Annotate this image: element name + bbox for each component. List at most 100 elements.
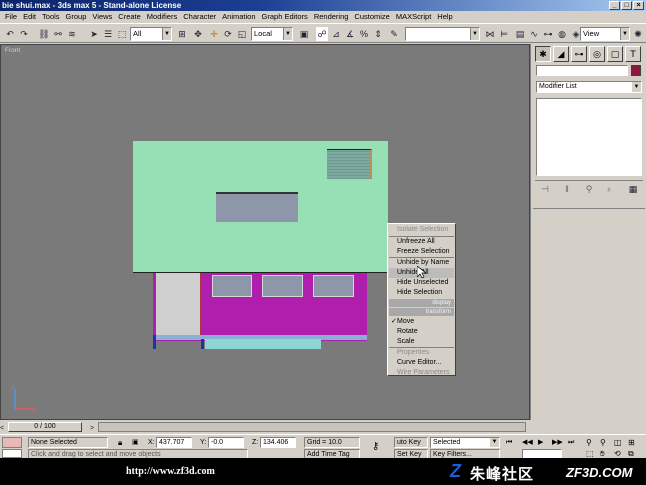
menu-item-unfreeze-all[interactable]: Unfreeze All xyxy=(389,237,454,247)
house-corner-post[interactable] xyxy=(153,335,156,349)
menu-graph-editors[interactable]: Graph Editors xyxy=(259,11,311,23)
zoom-extents-icon[interactable]: ◫ xyxy=(614,437,622,448)
auto-key-button[interactable]: uto Key xyxy=(394,437,428,448)
move-gizmo-icon[interactable]: ✛ xyxy=(208,27,220,41)
render-type-dropdown[interactable]: View ▼ xyxy=(580,27,630,41)
lock-icon[interactable]: 🔒︎ xyxy=(118,437,122,448)
angle-snap-icon[interactable]: ∡ xyxy=(344,27,356,41)
play-icon[interactable]: ▶ xyxy=(538,437,543,448)
select-icon[interactable]: ➤ xyxy=(88,27,100,41)
upper-vent-window[interactable] xyxy=(327,149,372,179)
redo-icon[interactable]: ↷ xyxy=(18,27,30,41)
region-select-icon[interactable]: ⬚ xyxy=(116,27,128,41)
menu-help[interactable]: Help xyxy=(434,11,455,23)
upper-window[interactable] xyxy=(216,192,298,222)
undo-icon[interactable]: ↶ xyxy=(4,27,16,41)
key-icon[interactable]: ⚷ xyxy=(372,441,379,452)
menu-item-move[interactable]: ✓ Move xyxy=(389,317,454,327)
select-rotate-icon[interactable]: ⟳ xyxy=(222,27,234,41)
x-coordinate-field[interactable]: 437.707 xyxy=(156,437,192,448)
named-selection-set-dropdown[interactable]: ▼ xyxy=(405,27,480,41)
window-crossing-icon[interactable]: ⊞ xyxy=(176,27,188,41)
mirror-icon[interactable]: ⋈ xyxy=(484,27,496,41)
object-color-swatch[interactable] xyxy=(631,65,641,76)
link-icon[interactable]: ⛓ xyxy=(38,27,50,41)
goto-end-icon[interactable]: ⏭ xyxy=(568,437,574,448)
zoom-extents-all-icon[interactable]: ⊞ xyxy=(628,437,635,448)
menu-item-scale[interactable]: Scale xyxy=(389,337,454,347)
utilities-tab-icon[interactable]: T xyxy=(625,46,641,62)
quick-render-icon[interactable]: ✺ xyxy=(632,27,644,41)
zoom-all-icon[interactable]: ⚲ xyxy=(600,437,606,448)
select-scale-icon[interactable]: ◱ xyxy=(236,27,248,41)
maxscript-input-mini[interactable] xyxy=(2,449,22,458)
create-tab-icon[interactable]: ✱ xyxy=(535,46,551,62)
track-bar[interactable] xyxy=(98,422,526,432)
menu-item-freeze-selection[interactable]: Freeze Selection xyxy=(389,247,454,257)
select-move-icon[interactable]: ✥ xyxy=(192,27,204,41)
menu-create[interactable]: Create xyxy=(115,11,144,23)
maximize-button[interactable]: □ xyxy=(621,1,632,10)
menu-character[interactable]: Character xyxy=(180,11,219,23)
material-editor-icon[interactable]: ◍ xyxy=(556,27,568,41)
house-door-panel[interactable] xyxy=(156,273,202,335)
modify-tab-icon[interactable]: ◢ xyxy=(553,46,569,62)
menu-animation[interactable]: Animation xyxy=(219,11,258,23)
reference-coordinate-dropdown[interactable]: Local ▼ xyxy=(251,27,293,41)
menu-rendering[interactable]: Rendering xyxy=(311,11,352,23)
key-mode-dropdown[interactable]: Selected ▼ xyxy=(430,437,500,448)
layer-manager-icon[interactable]: ▤ xyxy=(514,27,526,41)
close-button[interactable]: × xyxy=(633,1,644,10)
hierarchy-tab-icon[interactable]: ⊶ xyxy=(571,46,587,62)
time-slider[interactable]: 0 / 100 xyxy=(8,422,82,432)
menu-maxscript[interactable]: MAXScript xyxy=(393,11,434,23)
select-manipulate-icon[interactable]: ☍ xyxy=(316,27,328,41)
menu-item-rotate[interactable]: Rotate xyxy=(389,327,454,337)
menu-customize[interactable]: Customize xyxy=(351,11,392,23)
viewport-label[interactable]: Front xyxy=(5,47,20,54)
house-window[interactable] xyxy=(313,275,354,297)
spinner-snap-icon[interactable]: ⇕ xyxy=(372,27,384,41)
select-by-name-icon[interactable]: ☰ xyxy=(102,27,114,41)
percent-snap-icon[interactable]: % xyxy=(358,27,370,41)
menu-item-hide-selection[interactable]: Hide Selection xyxy=(389,288,454,298)
schematic-view-icon[interactable]: ⊶ xyxy=(542,27,554,41)
z-coordinate-field[interactable]: 134.406 xyxy=(260,437,296,448)
snap-toggle-icon[interactable]: ⊿ xyxy=(330,27,342,41)
zoom-icon[interactable]: ⚲ xyxy=(586,437,592,448)
modifier-stack-list[interactable] xyxy=(536,98,642,176)
show-end-result-icon[interactable]: ‖ xyxy=(561,182,573,196)
previous-frame-icon[interactable]: ◀◀ xyxy=(522,437,533,448)
minimize-button[interactable]: _ xyxy=(609,1,620,10)
goto-start-icon[interactable]: ⏮ xyxy=(506,437,512,448)
menu-edit[interactable]: Edit xyxy=(20,11,39,23)
menu-modifiers[interactable]: Modifiers xyxy=(144,11,180,23)
pivot-center-icon[interactable]: ▣ xyxy=(298,27,310,41)
next-frame-icon[interactable]: ▶▶ xyxy=(552,437,563,448)
align-icon[interactable]: ⊨ xyxy=(498,27,510,41)
menu-item-curve-editor[interactable]: Curve Editor... xyxy=(389,358,454,368)
pin-stack-icon[interactable]: ⊣ xyxy=(539,182,551,196)
menu-file[interactable]: File xyxy=(2,11,20,23)
menu-group[interactable]: Group xyxy=(63,11,90,23)
house-window[interactable] xyxy=(262,275,303,297)
house-corner-post[interactable] xyxy=(201,339,204,349)
motion-tab-icon[interactable]: ◎ xyxy=(589,46,605,62)
absolute-mode-icon[interactable]: ▣ xyxy=(132,437,139,448)
unlink-icon[interactable]: ⚯ xyxy=(52,27,64,41)
curve-editor-icon[interactable]: ∿ xyxy=(528,27,540,41)
remove-modifier-icon[interactable]: ♁ xyxy=(603,182,615,196)
menu-tools[interactable]: Tools xyxy=(39,11,63,23)
house-step[interactable] xyxy=(205,339,321,349)
configure-modifier-sets-icon[interactable]: ▦ xyxy=(627,182,639,196)
named-selection-icon[interactable]: ✎ xyxy=(388,27,400,41)
display-tab-icon[interactable]: ▢ xyxy=(607,46,623,62)
y-coordinate-field[interactable]: -0.0 xyxy=(208,437,244,448)
house-window[interactable] xyxy=(212,275,252,297)
object-name-field[interactable] xyxy=(536,65,628,76)
modifier-list-dropdown[interactable]: Modifier List ▼ xyxy=(536,81,642,93)
menu-item-hide-unselected[interactable]: Hide Unselected xyxy=(389,278,454,288)
maxscript-listener-mini[interactable] xyxy=(2,437,22,448)
make-unique-icon[interactable]: ⚲ xyxy=(583,182,595,196)
bind-space-warp-icon[interactable]: ≋ xyxy=(66,27,78,41)
